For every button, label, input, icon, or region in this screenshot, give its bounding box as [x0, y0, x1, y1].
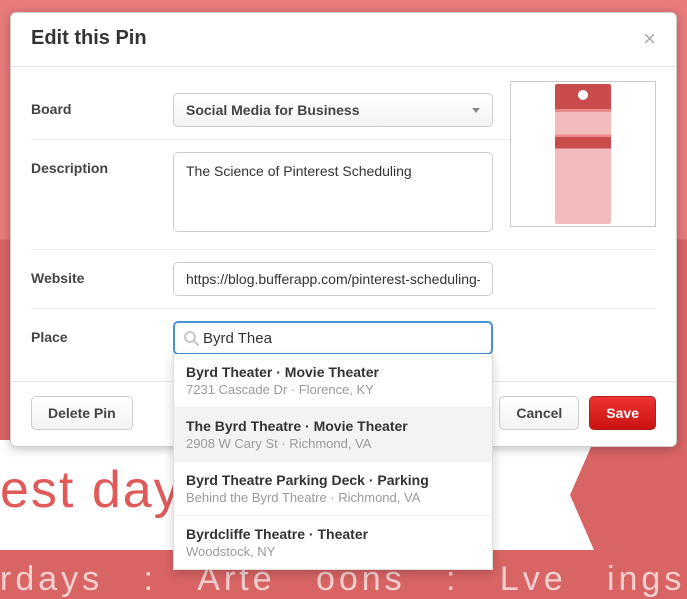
board-selected-value: Social Media for Business	[186, 102, 360, 118]
place-search-wrap[interactable]	[173, 321, 493, 355]
website-label: Website	[31, 262, 173, 286]
modal-body: Board Social Media for Business Descript…	[11, 67, 676, 381]
place-suggestions-dropdown: Byrd Theater · Movie Theater 7231 Cascade…	[173, 354, 493, 570]
modal-header: Edit this Pin ×	[11, 13, 676, 67]
chevron-down-icon	[472, 108, 480, 113]
pin-thumbnail[interactable]	[510, 81, 656, 227]
suggestion-title: The Byrd Theatre · Movie Theater	[186, 418, 480, 434]
suggestion-subtitle: Behind the Byrd Theatre · Richmond, VA	[186, 490, 480, 505]
suggestion-subtitle: 7231 Cascade Dr · Florence, KY	[186, 382, 480, 397]
board-dropdown[interactable]: Social Media for Business	[173, 93, 493, 127]
place-label: Place	[31, 321, 173, 345]
save-button[interactable]: Save	[589, 396, 656, 430]
place-suggestion-item[interactable]: Byrdcliffe Theatre · Theater Woodstock, N…	[174, 516, 492, 569]
suggestion-title: Byrdcliffe Theatre · Theater	[186, 526, 480, 542]
background-text: est day	[0, 460, 182, 520]
place-suggestion-item[interactable]: Byrd Theatre Parking Deck · Parking Behin…	[174, 462, 492, 516]
description-textarea[interactable]	[173, 152, 493, 232]
website-input[interactable]	[173, 262, 493, 296]
board-label: Board	[31, 93, 173, 117]
place-suggestion-item[interactable]: The Byrd Theatre · Movie Theater 2908 W C…	[174, 408, 492, 462]
close-icon[interactable]: ×	[643, 28, 656, 50]
suggestion-title: Byrd Theatre Parking Deck · Parking	[186, 472, 480, 488]
modal-title: Edit this Pin	[31, 27, 147, 50]
website-row: Website	[31, 250, 656, 309]
place-search-input[interactable]	[203, 330, 483, 347]
description-label: Description	[31, 152, 173, 176]
suggestion-subtitle: Woodstock, NY	[186, 544, 480, 559]
suggestion-subtitle: 2908 W Cary St · Richmond, VA	[186, 436, 480, 451]
delete-pin-button[interactable]: Delete Pin	[31, 396, 133, 430]
place-suggestion-item[interactable]: Byrd Theater · Movie Theater 7231 Cascade…	[174, 354, 492, 408]
suggestion-title: Byrd Theater · Movie Theater	[186, 364, 480, 380]
thumbnail-image	[555, 84, 611, 224]
search-icon	[183, 330, 199, 346]
cancel-button[interactable]: Cancel	[499, 396, 579, 430]
